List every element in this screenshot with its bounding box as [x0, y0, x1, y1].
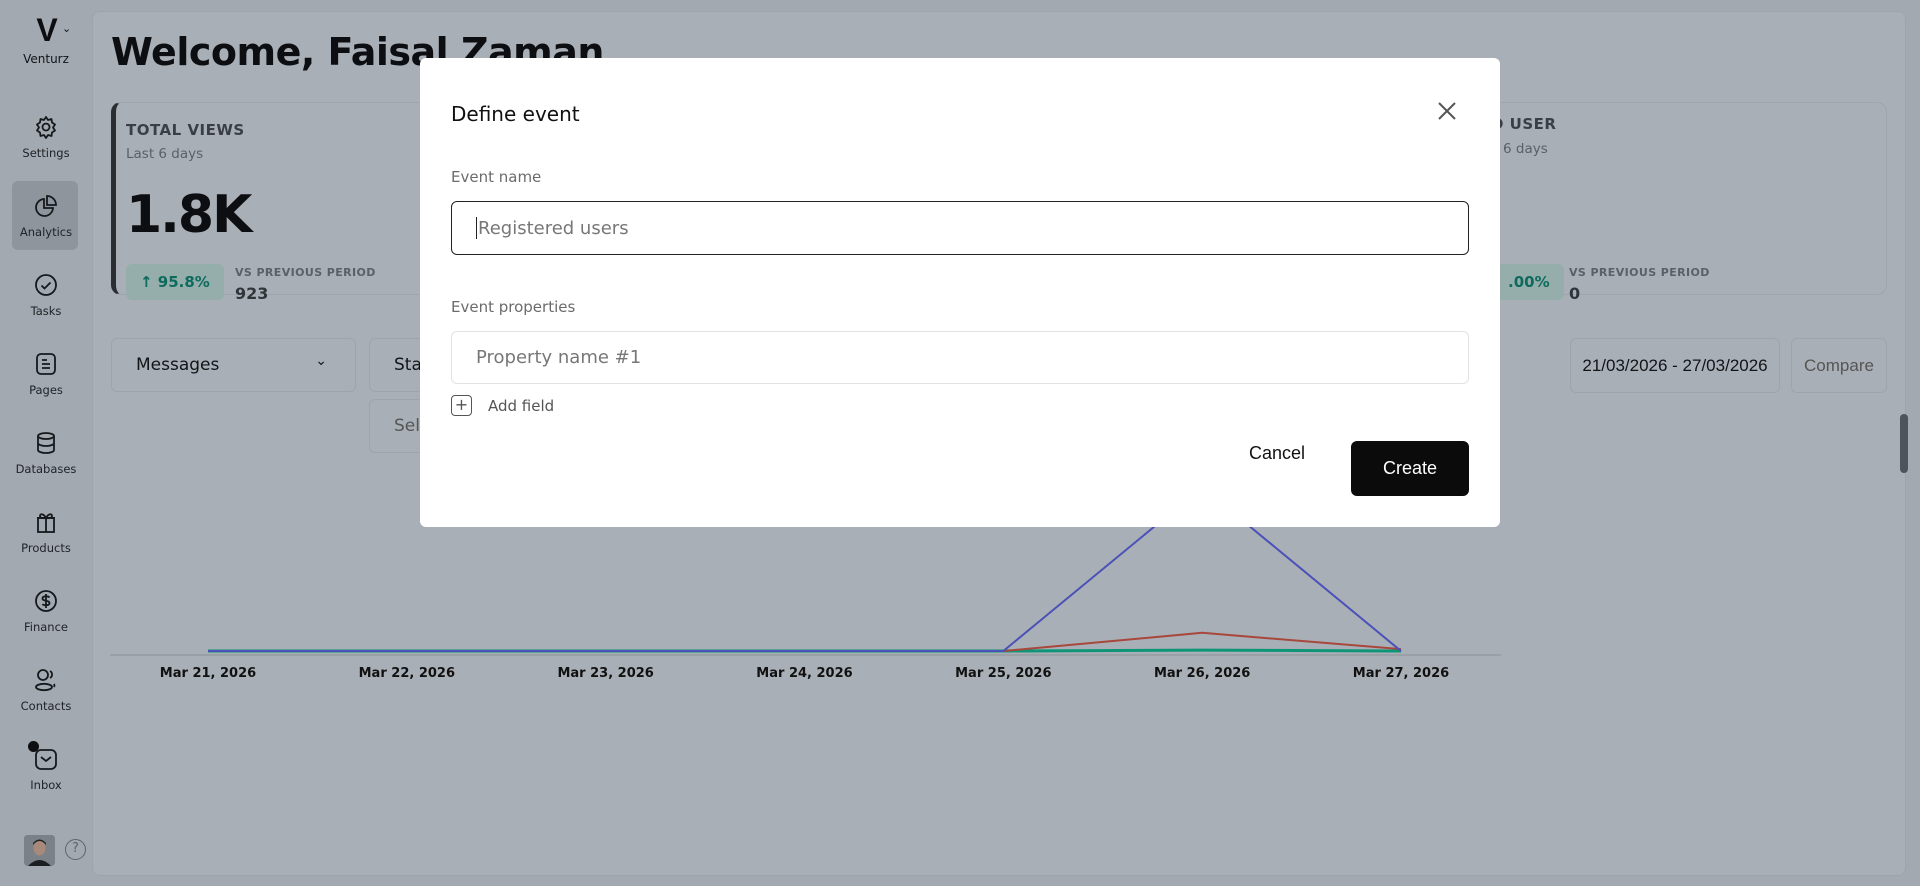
x-tick-label: Mar 25, 2026: [955, 666, 1051, 681]
event-name-input[interactable]: Registered users: [451, 201, 1469, 255]
event-name-label: Event name: [451, 168, 542, 186]
x-tick-label: Mar 23, 2026: [557, 666, 653, 681]
cancel-button[interactable]: Cancel: [1240, 443, 1314, 464]
event-properties-label: Event properties: [451, 298, 576, 316]
property-name-input[interactable]: Property name #1: [451, 331, 1469, 384]
add-field-button[interactable]: + Add field: [451, 395, 554, 416]
modal-title: Define event: [451, 102, 580, 126]
x-tick-label: Mar 21, 2026: [160, 666, 256, 681]
add-field-label: Add field: [488, 396, 555, 415]
close-icon[interactable]: [1436, 100, 1458, 122]
create-button[interactable]: Create: [1351, 441, 1469, 496]
event-name-placeholder: Registered users: [478, 217, 629, 239]
x-tick-label: Mar 26, 2026: [1154, 666, 1250, 681]
series-line-1: [208, 631, 1402, 652]
property-name-placeholder: Property name #1: [476, 347, 642, 368]
x-tick-label: Mar 22, 2026: [359, 666, 455, 681]
define-event-modal: Define event Event name Registered users…: [420, 58, 1500, 527]
x-tick-label: Mar 24, 2026: [756, 666, 852, 681]
x-tick-label: Mar 27, 2026: [1353, 666, 1449, 681]
plus-square-icon: +: [451, 395, 472, 416]
